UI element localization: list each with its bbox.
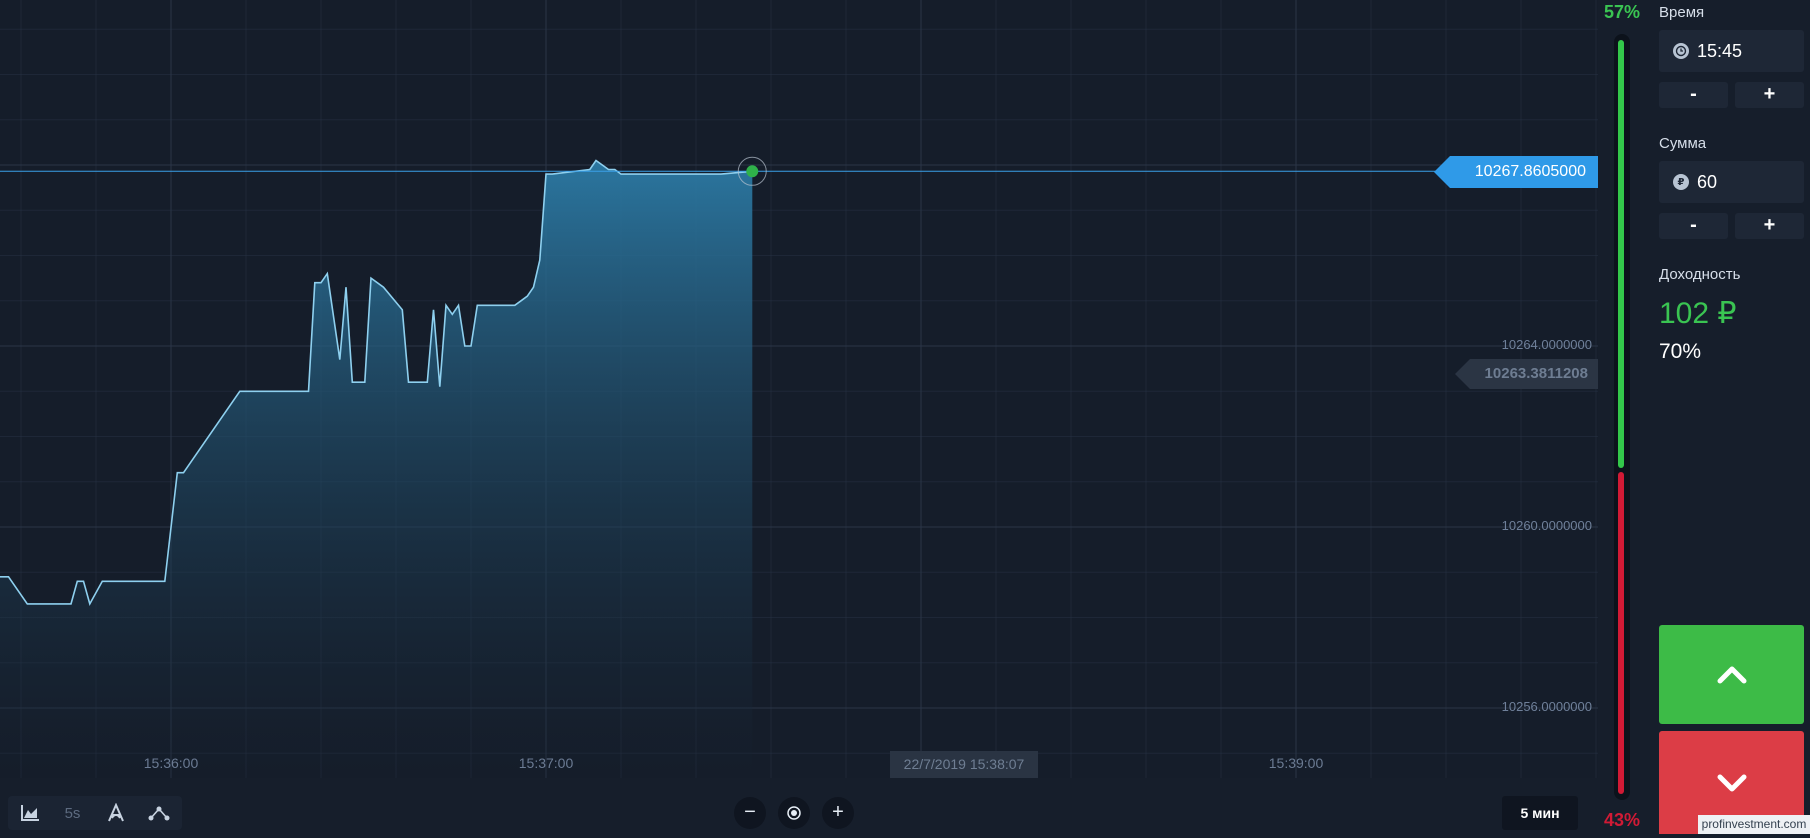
sentiment-down-percent: 43% <box>1603 810 1641 830</box>
price-axis-label: 10260.0000000 <box>1501 518 1592 533</box>
time-axis-label: 15:39:00 <box>1268 755 1324 771</box>
interval-selector[interactable]: 5s <box>51 796 94 830</box>
previous-price-tag: 10263.3811208 <box>1455 359 1598 389</box>
clock-icon <box>1673 43 1689 59</box>
chart-tools: 5s <box>8 796 182 830</box>
time-increase-button[interactable]: + <box>1735 82 1804 108</box>
zoom-out-button[interactable]: − <box>734 797 766 829</box>
target-icon <box>787 806 801 820</box>
zoom-in-button[interactable]: + <box>822 797 854 829</box>
sentiment-up-percent: 57% <box>1603 2 1641 22</box>
payout-label: Доходность <box>1659 266 1741 283</box>
call-up-button[interactable] <box>1659 625 1804 724</box>
timeframe-button[interactable]: 5 мин <box>1502 796 1578 830</box>
current-price-tag: 10267.8605000 <box>1434 156 1598 188</box>
amount-decrease-button[interactable]: - <box>1659 213 1728 239</box>
expiry-time-value: 15:45 <box>1697 40 1743 61</box>
price-axis-label: 10256.0000000 <box>1501 699 1592 714</box>
current-point <box>746 165 759 178</box>
price-axis-label: 10264.0000000 <box>1501 337 1592 352</box>
price-chart[interactable]: 10264.0000000 10260.0000000 10256.000000… <box>0 0 1598 778</box>
chart-canvas[interactable] <box>0 0 1598 778</box>
current-time-marker: 22/7/2019 15:38:07 <box>890 751 1038 778</box>
time-axis-label: 15:36:00 <box>143 755 199 771</box>
amount-increase-button[interactable]: + <box>1735 213 1804 239</box>
payout-amount: 102 ₽ <box>1659 297 1737 330</box>
payout-percent: 70% <box>1659 340 1702 363</box>
chart-type-icon[interactable] <box>8 796 51 830</box>
price-area-fill <box>0 160 753 778</box>
sentiment-up-bar <box>1618 40 1624 468</box>
time-decrease-button[interactable]: - <box>1659 82 1728 108</box>
drawing-tools-icon[interactable] <box>137 796 180 830</box>
traders-sentiment: 57% 43% <box>1598 0 1646 834</box>
sentiment-track <box>1614 34 1630 800</box>
chevron-up-icon <box>1717 666 1746 683</box>
expiry-time-field[interactable]: 15:45 <box>1659 30 1804 72</box>
amount-label: Сумма <box>1659 135 1707 152</box>
ruble-icon: ₽ <box>1673 174 1689 190</box>
trade-panel: Время 15:45 - + Сумма ₽ 60 - + Доходност… <box>1646 0 1810 834</box>
watermark: profinvestment.com <box>1698 815 1810 834</box>
time-axis-label: 15:37:00 <box>518 755 574 771</box>
sentiment-down-bar <box>1618 471 1624 794</box>
time-label: Время <box>1659 4 1705 21</box>
amount-field[interactable]: ₽ 60 <box>1659 161 1804 203</box>
chevron-down-icon <box>1717 774 1746 791</box>
amount-value: 60 <box>1697 171 1718 192</box>
reset-zoom-button[interactable] <box>778 797 810 829</box>
indicators-icon[interactable] <box>94 796 137 830</box>
